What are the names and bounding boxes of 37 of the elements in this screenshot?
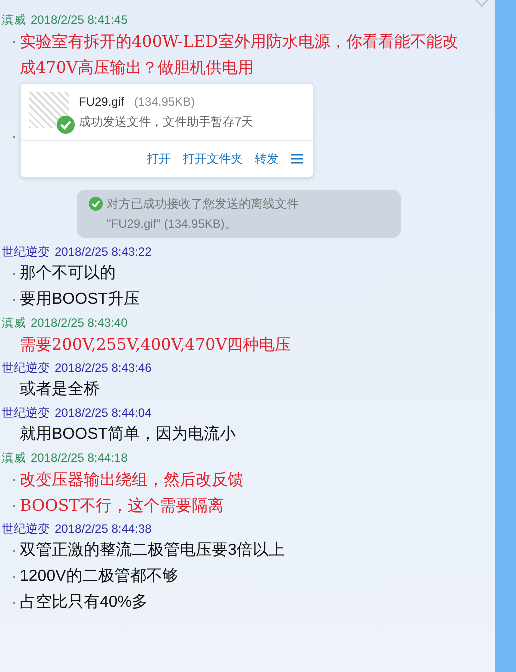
timestamp: 2018/2/25 8:43:22 bbox=[55, 244, 152, 261]
message-text: 1200V的二极管都不够 bbox=[20, 566, 178, 587]
sender-name: 滇威 bbox=[2, 12, 26, 29]
sender-name: 世纪逆变 bbox=[2, 521, 50, 538]
sender-name: 滇威 bbox=[2, 450, 26, 467]
file-action-link[interactable]: 打开 bbox=[147, 150, 171, 168]
notice-text: "FU29.gif" (134.95KB)。 bbox=[106, 216, 238, 233]
message-text: 需要200V,255V,400V,470V四种电压 bbox=[20, 334, 292, 356]
message-text: BOOST不行，这个需要隔离 bbox=[20, 495, 225, 517]
file-size: (134.95KB) bbox=[134, 94, 196, 111]
notice-text: 对方已成功接收了您发送的离线文件 bbox=[107, 196, 299, 213]
file-action-link[interactable]: 打开文件夹 bbox=[183, 150, 243, 168]
message-text: 就用BOOST简单，因为电流小 bbox=[20, 424, 236, 445]
timestamp: 2018/2/25 8:43:40 bbox=[31, 315, 128, 332]
timestamp: 2018/2/25 8:44:04 bbox=[55, 405, 152, 422]
timestamp: 2018/2/25 8:44:38 bbox=[55, 521, 152, 538]
file-status: 成功发送文件，文件助手暂存7天 bbox=[79, 114, 254, 131]
message-text: 或者是全桥 bbox=[20, 380, 100, 400]
timestamp: 2018/2/25 8:41:45 bbox=[31, 12, 128, 29]
check-icon bbox=[89, 197, 103, 211]
timestamp: 2018/2/25 8:44:18 bbox=[31, 450, 128, 467]
sender-name: 世纪逆变 bbox=[2, 405, 50, 422]
file-thumbnail bbox=[29, 92, 69, 128]
menu-icon[interactable] bbox=[291, 154, 303, 164]
message-text: 要用BOOST升压 bbox=[20, 290, 140, 310]
sender-name: 世纪逆变 bbox=[2, 244, 50, 261]
message-text: 双管正激的整流二极管电压要3倍以上 bbox=[20, 540, 285, 561]
check-icon bbox=[57, 116, 75, 134]
message-text: 实验室有拆开的400W-LED室外用防水电源，你看看能不能改成470V高压输出？做胆机供电用 bbox=[20, 31, 460, 79]
message-text: 改变压器输出绕组，然后改反馈 bbox=[20, 469, 245, 491]
timestamp: 2018/2/25 8:43:46 bbox=[55, 360, 152, 377]
file-name: FU29.gif bbox=[79, 94, 124, 111]
message-text: 占空比只有40%多 bbox=[20, 592, 148, 613]
file-action-link[interactable]: 转发 bbox=[255, 150, 279, 168]
sender-name: 世纪逆变 bbox=[2, 360, 50, 377]
sender-name: 滇威 bbox=[2, 315, 26, 332]
message-text: 那个不可以的 bbox=[20, 264, 116, 284]
